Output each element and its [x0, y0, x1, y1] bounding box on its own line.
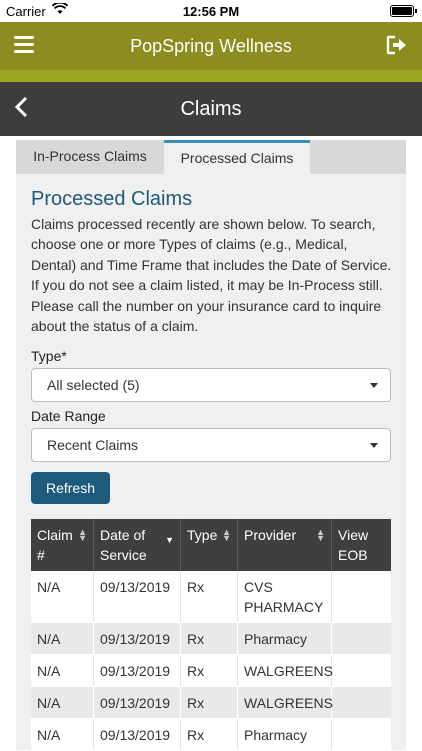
- header-text: Type: [187, 527, 218, 543]
- header-text: Service: [100, 547, 147, 563]
- cell-provider: Pharmacy: [244, 727, 308, 743]
- table-row[interactable]: N/A 09/13/2019 Rx WALGREENS: [31, 687, 391, 719]
- app-header: PopSpring Wellness: [0, 22, 422, 70]
- section-description: Claims processed recently are shown belo…: [31, 216, 392, 335]
- cell-provider: Pharmacy: [244, 631, 308, 647]
- cell-type: Rx: [187, 579, 205, 595]
- sort-icon: ▲ ▼: [78, 527, 87, 543]
- page-header: Claims: [0, 82, 422, 136]
- type-label: Type*: [31, 348, 67, 364]
- type-select-value: All selected (5): [47, 377, 140, 393]
- cell-provider: WALGREENS: [244, 695, 333, 711]
- column-header-provider[interactable]: Provider ▲ ▼: [238, 519, 332, 571]
- status-bar: Carrier 12:56 PM: [0, 0, 422, 22]
- table-row[interactable]: N/A 09/13/2019 Rx CVS PHARMACY: [31, 571, 391, 623]
- type-select[interactable]: All selected (5): [31, 368, 391, 402]
- header-text: Date of: [100, 527, 146, 543]
- claims-tabs: In-Process Claims Processed Claims: [16, 140, 406, 174]
- battery-icon: [390, 5, 417, 17]
- sort-icon: ▲ ▼: [316, 527, 325, 543]
- header-text: Provider: [244, 527, 297, 543]
- page-title: Claims: [180, 98, 242, 120]
- cell-provider: CVS PHARMACY: [244, 579, 324, 615]
- table-header: Claim # ▲ ▼ Date of Service ▼ Type ▲ ▼ Provi…: [31, 519, 391, 571]
- cell-claim: N/A: [37, 579, 61, 595]
- column-header-claim[interactable]: Claim # ▲ ▼: [31, 519, 94, 571]
- cell-type: Rx: [187, 663, 205, 679]
- date-range-label: Date Range: [31, 408, 106, 424]
- sort-descending-icon: ▼: [165, 535, 174, 545]
- table-row[interactable]: N/A 09/13/2019 Rx Pharmacy: [31, 623, 391, 655]
- column-header-date-of-service[interactable]: Date of Service ▼: [94, 519, 181, 571]
- cell-type: Rx: [187, 631, 205, 647]
- refresh-button[interactable]: Refresh: [31, 472, 110, 504]
- header-accent-strip: [0, 70, 422, 82]
- caret-down-icon: [370, 443, 378, 448]
- column-header-type[interactable]: Type ▲ ▼: [181, 519, 238, 571]
- cell-date: 09/13/2019: [100, 695, 171, 711]
- caret-down-icon: [370, 383, 378, 388]
- logout-icon[interactable]: [386, 35, 408, 60]
- section-heading: Processed Claims: [31, 188, 193, 210]
- processed-claims-panel: Processed Claims Claims processed recent…: [16, 174, 406, 751]
- clock: 12:56 PM: [182, 4, 240, 19]
- table-row[interactable]: N/A 09/13/2019 Rx Pharmacy: [31, 719, 391, 751]
- cell-claim: N/A: [37, 631, 61, 647]
- cell-date: 09/13/2019: [100, 727, 171, 743]
- date-range-select-value: Recent Claims: [47, 437, 139, 453]
- cell-claim: N/A: [37, 695, 61, 711]
- header-text: #: [37, 547, 45, 563]
- app-title: PopSpring Wellness: [130, 36, 292, 56]
- cell-type: Rx: [187, 727, 205, 743]
- column-header-view-eob: View EOB: [332, 519, 391, 571]
- table-row[interactable]: N/A 09/13/2019 Rx WALGREENS: [31, 655, 391, 687]
- cell-claim: N/A: [37, 663, 61, 679]
- tab-processed-claims[interactable]: Processed Claims: [164, 140, 310, 174]
- header-text: Claim: [37, 527, 73, 543]
- tab-in-process-claims[interactable]: In-Process Claims: [16, 140, 164, 174]
- header-text: EOB: [338, 547, 368, 563]
- date-range-select[interactable]: Recent Claims: [31, 428, 391, 462]
- cell-provider: WALGREENS: [244, 663, 333, 679]
- sort-icon: ▲ ▼: [222, 527, 231, 543]
- cell-claim: N/A: [37, 727, 61, 743]
- header-text: View: [338, 527, 369, 543]
- cell-date: 09/13/2019: [100, 663, 171, 679]
- cell-date: 09/13/2019: [100, 631, 171, 647]
- cell-type: Rx: [187, 695, 205, 711]
- cell-date: 09/13/2019: [100, 579, 171, 595]
